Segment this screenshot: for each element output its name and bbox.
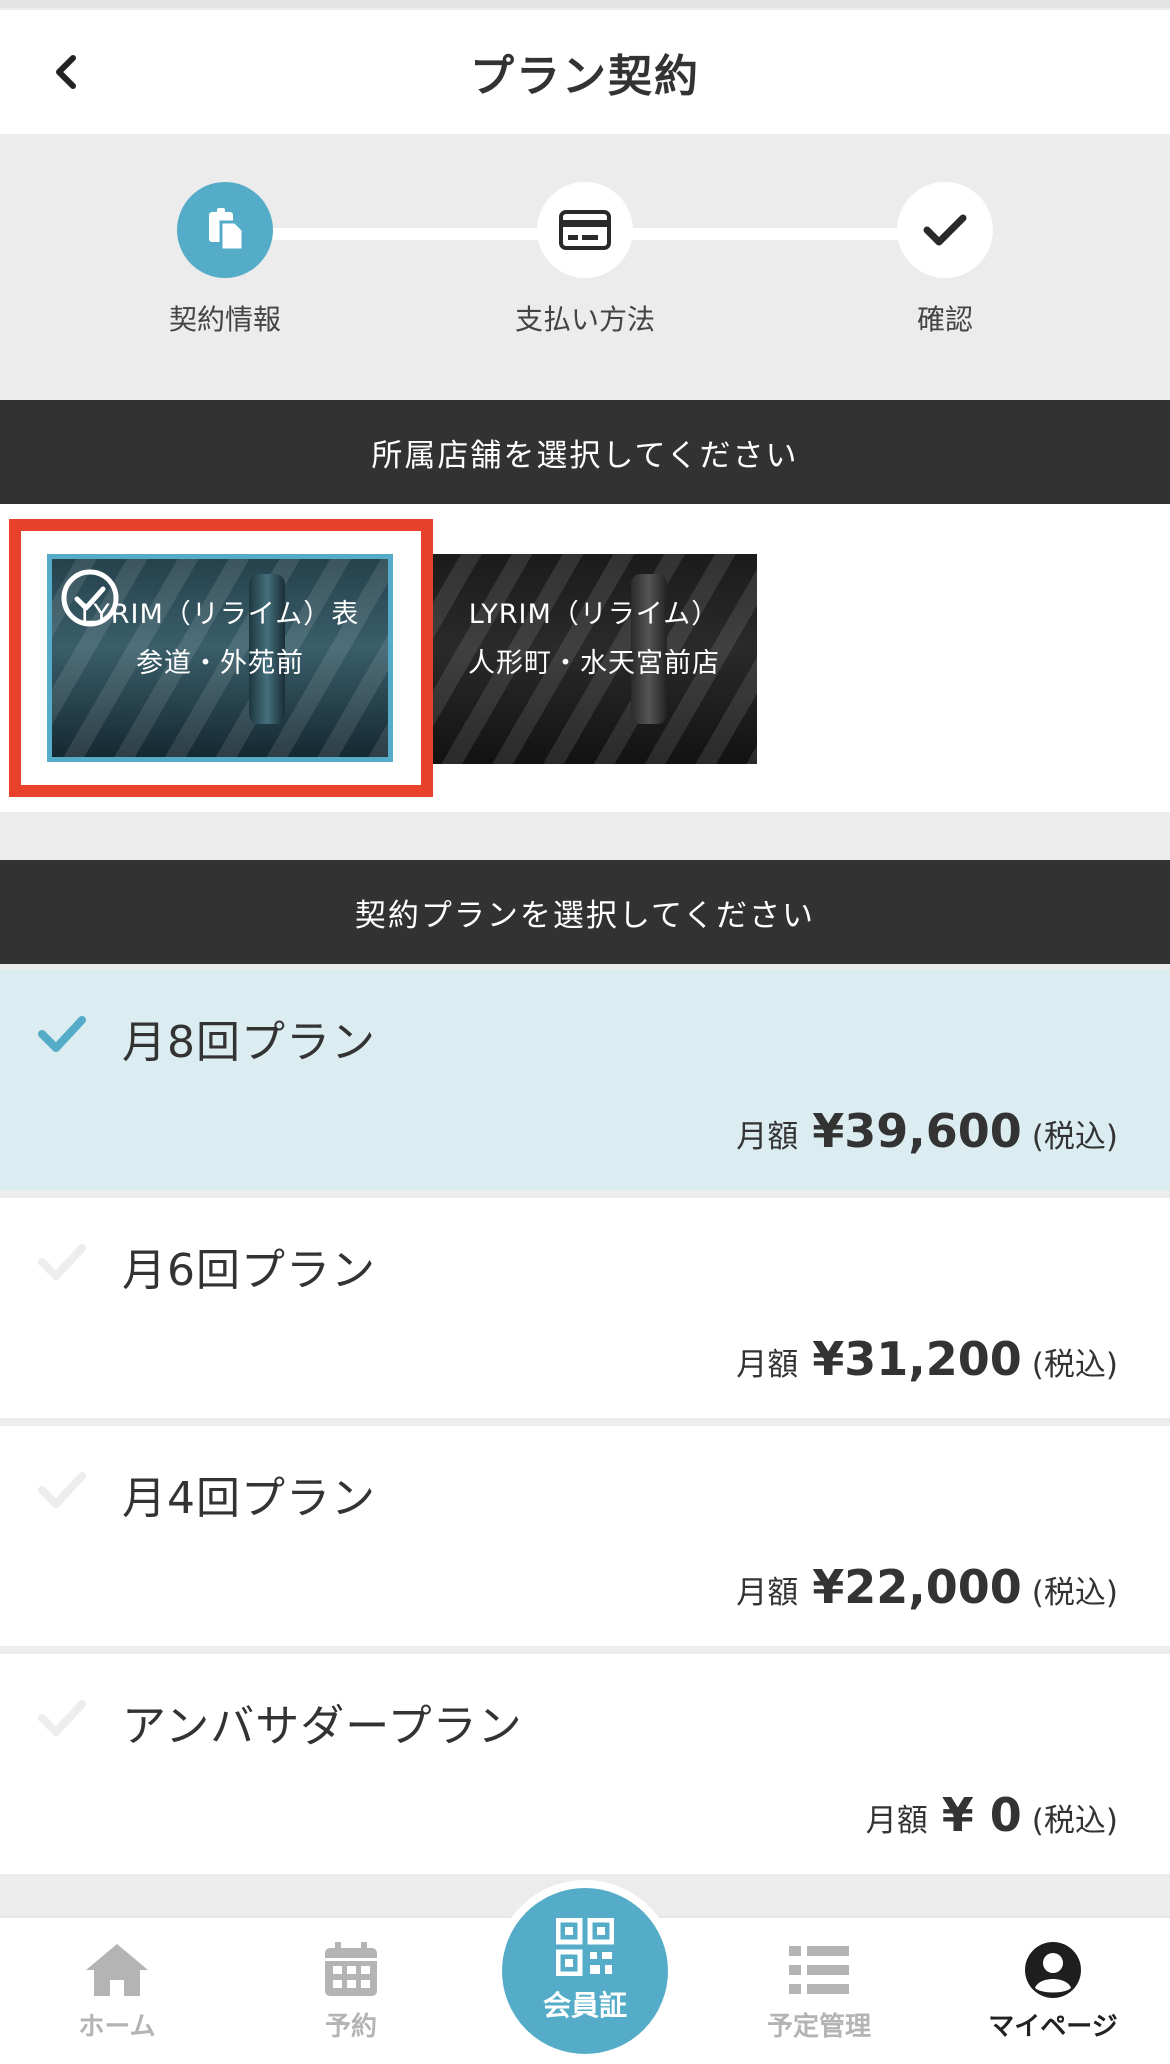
- store-section-header: 所属店舗を選択してください: [0, 400, 1170, 504]
- plan-price: 月額 ¥39,600 (税込): [736, 1104, 1118, 1158]
- price-tax-note: (税込): [1031, 1803, 1118, 1839]
- plan-name: 月6回プラン: [122, 1245, 376, 1296]
- nav-mypage[interactable]: マイページ: [953, 1940, 1153, 2043]
- price-value: ¥ 0: [941, 1788, 1022, 1842]
- progress-stepper: 契約情報 支払い方法 確認: [0, 134, 1170, 400]
- highlight-box: [9, 519, 433, 797]
- nav-label: ホーム: [78, 2012, 156, 2042]
- step-circle: [897, 182, 993, 278]
- price-tax-note: (税込): [1031, 1347, 1118, 1383]
- step-contract-info: 契約情報: [105, 182, 345, 338]
- price-prefix: 月額: [865, 1803, 928, 1839]
- step-payment-method: 支払い方法: [465, 182, 705, 338]
- plan-section-header: 契約プランを選択してください: [0, 860, 1170, 964]
- plan-name: 月4回プラン: [122, 1473, 376, 1524]
- step-label: 確認: [916, 303, 973, 336]
- nav-schedule[interactable]: 予定管理: [719, 1940, 919, 2043]
- plan-item-ambassador[interactable]: アンバサダープラン 月額 ¥ 0 (税込): [0, 1654, 1170, 1874]
- nav-label: 予約: [324, 2012, 377, 2042]
- price-value: ¥31,200: [812, 1332, 1022, 1386]
- member-card-label: 会員証: [542, 1989, 627, 2022]
- plan-item-6[interactable]: 月6回プラン 月額 ¥31,200 (税込): [0, 1198, 1170, 1418]
- price-value: ¥39,600: [812, 1104, 1022, 1158]
- nav-reserve[interactable]: 予約: [251, 1940, 451, 2043]
- plan-price: 月額 ¥22,000 (税込): [736, 1560, 1118, 1614]
- step-circle-active: [177, 182, 273, 278]
- price-value: ¥22,000: [812, 1560, 1022, 1614]
- step-label: 支払い方法: [514, 303, 655, 336]
- page-title: プラン契約: [470, 51, 700, 102]
- member-card-button[interactable]: 会員証: [494, 1880, 676, 2062]
- check-icon: [38, 1244, 86, 1280]
- plan-price: 月額 ¥31,200 (税込): [736, 1332, 1118, 1386]
- plan-name: 月8回プラン: [122, 1017, 376, 1068]
- check-icon: [38, 1700, 86, 1736]
- list-icon: [789, 1946, 849, 1994]
- back-button[interactable]: [40, 44, 90, 100]
- store-name: LYRIM（リライム）人形町・水天宮前店: [468, 599, 720, 679]
- price-prefix: 月額: [736, 1119, 799, 1155]
- check-icon: [38, 1472, 86, 1508]
- home-icon: [86, 1944, 148, 1996]
- step-label: 契約情報: [168, 303, 281, 336]
- price-prefix: 月額: [736, 1575, 799, 1611]
- user-circle-icon: [1025, 1942, 1081, 1998]
- top-divider: [0, 0, 1170, 8]
- price-tax-note: (税込): [1031, 1575, 1118, 1611]
- plan-price: 月額 ¥ 0 (税込): [866, 1788, 1118, 1842]
- price-tax-note: (税込): [1031, 1119, 1118, 1155]
- nav-label: 予定管理: [766, 2012, 871, 2042]
- store-card-ningyocho[interactable]: LYRIM（リライム）人形町・水天宮前店: [431, 554, 757, 764]
- section-gap: [0, 812, 1170, 860]
- calendar-icon: [325, 1942, 377, 1996]
- nav-label: マイページ: [988, 2012, 1118, 2042]
- step-confirm: 確認: [825, 182, 1065, 338]
- chevron-left-icon: [56, 55, 76, 89]
- qr-code-icon: [556, 1918, 614, 1976]
- step-circle: [537, 182, 633, 278]
- plan-item-8[interactable]: 月8回プラン 月額 ¥39,600 (税込): [0, 970, 1170, 1190]
- checkmark-icon: [923, 214, 967, 246]
- clipboard-icon: [209, 208, 245, 252]
- plan-name: アンバサダープラン: [122, 1701, 523, 1752]
- check-icon: [38, 1016, 86, 1052]
- nav-home[interactable]: ホーム: [17, 1940, 217, 2043]
- plan-item-4[interactable]: 月4回プラン 月額 ¥22,000 (税込): [0, 1426, 1170, 1646]
- credit-card-icon: [559, 210, 611, 250]
- price-prefix: 月額: [736, 1347, 799, 1383]
- app-header: プラン契約: [0, 10, 1170, 134]
